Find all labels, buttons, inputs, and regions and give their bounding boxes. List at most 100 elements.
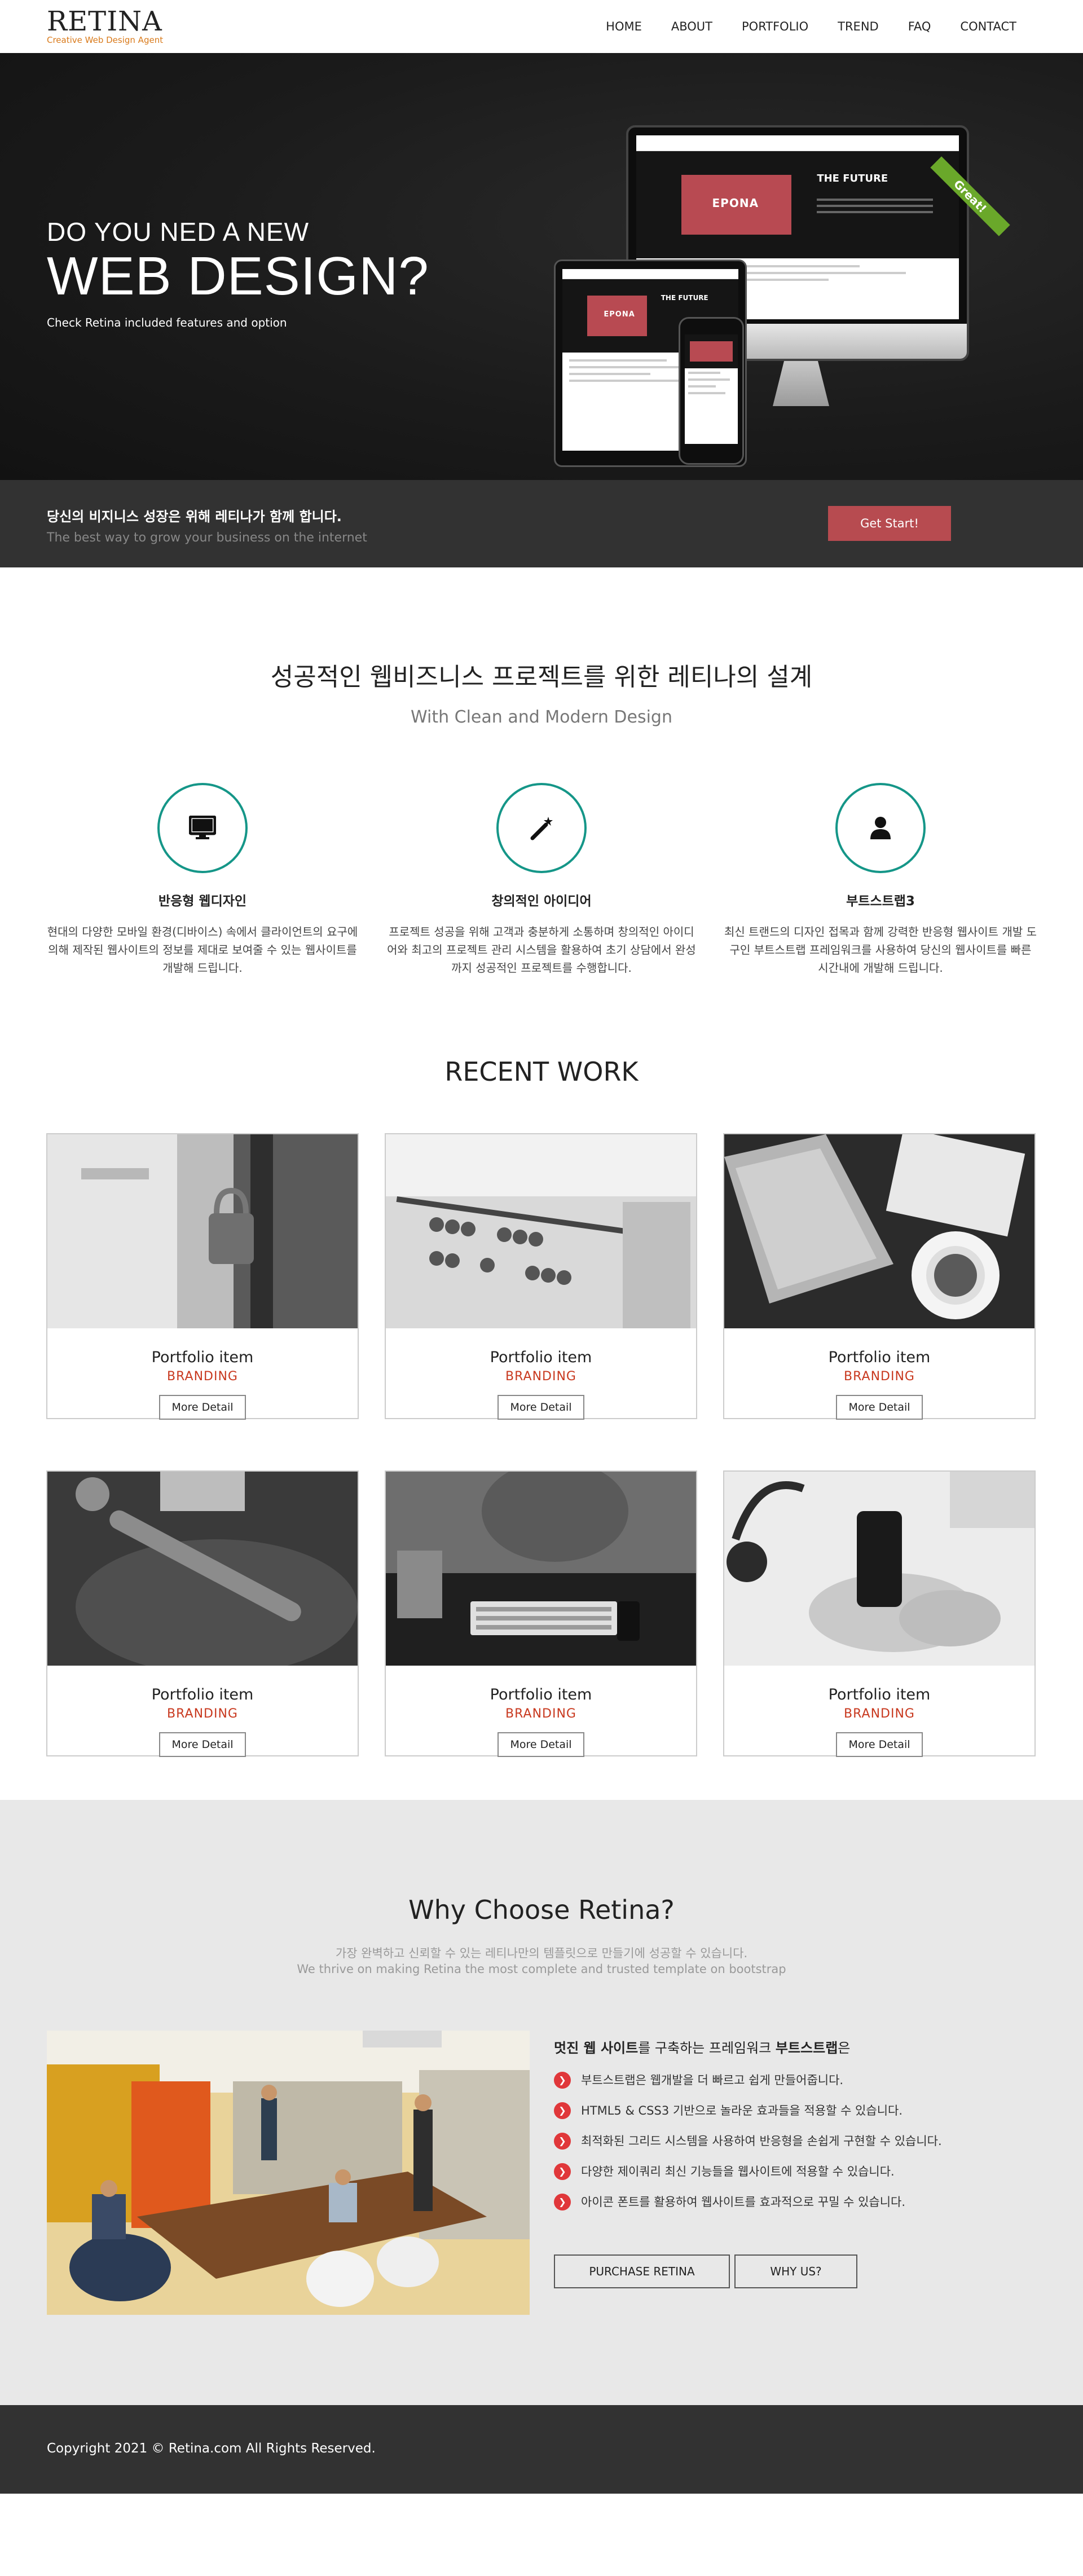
- feature-name: 반응형 웹디자인: [158, 894, 247, 909]
- cta-band: 당신의 비지니스 성장은 위해 레티나가 함께 합니다. The best wa…: [0, 480, 1083, 567]
- portfolio-category: BRANDING: [167, 1370, 238, 1384]
- hero-section: DO YOU NED A NEW WEB DESIGN? Check Retin…: [0, 53, 1083, 480]
- hero-heading-large: WEB DESIGN?: [47, 246, 429, 306]
- get-start-button[interactable]: Get Start!: [828, 506, 951, 541]
- portfolio-image-laptop-coffee[interactable]: [724, 1134, 1034, 1328]
- nav-contact[interactable]: CONTACT: [960, 18, 1016, 35]
- portfolio-card[interactable]: Portfolio item BRANDING More Detail: [46, 1133, 359, 1420]
- feature-description: 현대의 다양한 모바일 환경(디바이스) 속에서 클라이언트의 요구에 의해 제…: [47, 925, 358, 975]
- mockup-heading: THE FUTURE: [817, 173, 888, 184]
- more-detail-button[interactable]: More Detail: [498, 1732, 584, 1757]
- desktop-mockup-stand: [773, 361, 829, 406]
- portfolio-card[interactable]: Portfolio item BRANDING More Detail: [385, 1133, 697, 1420]
- portfolio-image-abacus[interactable]: [386, 1134, 696, 1328]
- why-heading-bold1: 멋진 웹 사이트: [554, 2040, 639, 2056]
- feature-icon-circle: [835, 783, 926, 873]
- list-item: ❯ 다양한 제이쿼리 최신 기능들을 웹사이트에 적용할 수 있습니다.: [554, 2163, 942, 2194]
- feature-description: 최신 트랜드의 디자인 접목과 함께 강력한 반응형 웹사이트 개발 도구인 부…: [724, 925, 1037, 975]
- feature-description: 프로젝트 성공을 위해 고객과 충분하게 소통하며 창의적인 아이디어와 최고의…: [387, 925, 696, 975]
- feature-item: 부트스트랩3 최신 트랜드의 디자인 접목과 함께 강력한 반응형 웹사이트 개…: [721, 783, 1040, 977]
- portfolio-title: Portfolio item: [490, 1349, 592, 1366]
- why-feature-list: ❯ 부트스트랩은 웹개발을 더 빠르고 쉽게 만들어줍니다. ❯ HTML5 & C…: [554, 2072, 942, 2224]
- portfolio-category: BRANDING: [505, 1707, 576, 1721]
- why-heading-mid: 를 구축하는 프레임워크: [638, 2040, 776, 2056]
- why-choose-section: Why Choose Retina? 가장 완벽하고 신뢰할 수 있는 레티나만…: [0, 1800, 1083, 2405]
- why-us-button[interactable]: WHY US?: [734, 2254, 857, 2288]
- portfolio-category: BRANDING: [505, 1370, 576, 1384]
- nav-home[interactable]: HOME: [606, 18, 642, 35]
- tablet-mockup-banner: EPONA: [587, 295, 647, 337]
- phone-mockup-screen: [685, 334, 738, 444]
- feature-item: 반응형 웹디자인 현대의 다양한 모바일 환경(디바이스) 속에서 클라이언트의…: [43, 783, 362, 977]
- more-detail-button[interactable]: More Detail: [159, 1395, 246, 1420]
- cta-title: 당신의 비지니스 성장은 위해 레티나가 함께 합니다.: [47, 509, 342, 525]
- user-icon: [870, 817, 891, 839]
- why-heading: 멋진 웹 사이트를 구축하는 프레임워크 부트스트랩은: [554, 2037, 850, 2057]
- features-title: 성공적인 웹비즈니스 프로젝트를 위한 레티나의 설계: [270, 663, 813, 692]
- portfolio-card[interactable]: Portfolio item BRANDING More Detail: [385, 1470, 697, 1757]
- list-item-text: HTML5 & CSS3 기반으로 놀라운 효과들을 적용할 수 있습니다.: [581, 2104, 903, 2117]
- office-photo: [47, 2031, 530, 2315]
- portfolio-card[interactable]: Portfolio item BRANDING More Detail: [46, 1470, 359, 1757]
- portfolio-category: BRANDING: [844, 1370, 915, 1384]
- more-detail-button[interactable]: More Detail: [159, 1732, 246, 1757]
- list-item-text: 최적화된 그리드 시스템을 사용하여 반응형을 손쉽게 구현할 수 있습니다.: [581, 2134, 942, 2148]
- mockup-brand: EPONA: [712, 196, 759, 210]
- mockup-text-lines: [817, 198, 934, 217]
- feature-icon-circle: [157, 783, 248, 873]
- monitor-icon: [189, 816, 216, 839]
- feature-icon-circle: [496, 783, 587, 873]
- site-header: RETINA Creative Web Design Agent HOME AB…: [0, 0, 1083, 53]
- list-item: ❯ 부트스트랩은 웹개발을 더 빠르고 쉽게 만들어줍니다.: [554, 2072, 942, 2102]
- why-buttons: PURCHASE RETINA WHY US?: [554, 2254, 857, 2288]
- site-footer: Copyright 2021 © Retina.com All Rights R…: [0, 2405, 1083, 2494]
- chevron-right-icon: ❯: [554, 2072, 571, 2089]
- portfolio-image-rolling-pin[interactable]: [47, 1472, 358, 1666]
- more-detail-button[interactable]: More Detail: [498, 1395, 584, 1420]
- nav-about[interactable]: ABOUT: [671, 18, 712, 35]
- portfolio-image-keyboard-desk[interactable]: [386, 1472, 696, 1666]
- tablet-mockup-nav: [562, 269, 738, 279]
- why-heading-end: 은: [838, 2040, 851, 2056]
- magic-wand-icon: [530, 817, 553, 840]
- phone-mockup-body: [685, 368, 738, 402]
- nav-trend[interactable]: TREND: [838, 18, 879, 35]
- chevron-right-icon: ❯: [554, 2194, 571, 2210]
- mockup-nav: [636, 135, 959, 151]
- feature-name: 창의적인 아이디어: [491, 894, 592, 909]
- nav-faq[interactable]: FAQ: [908, 18, 931, 35]
- portfolio-card[interactable]: Portfolio item BRANDING More Detail: [723, 1133, 1036, 1420]
- more-detail-button[interactable]: More Detail: [836, 1395, 923, 1420]
- feature-name: 부트스트랩3: [846, 894, 915, 909]
- list-item: ❯ 아이콘 폰트를 활용하여 웹사이트를 효과적으로 꾸밀 수 있습니다.: [554, 2194, 942, 2224]
- portfolio-title: Portfolio item: [151, 1686, 254, 1703]
- list-item-text: 다양한 제이쿼리 최신 기능들을 웹사이트에 적용할 수 있습니다.: [581, 2165, 895, 2178]
- portfolio-image-phone-headphones[interactable]: [724, 1472, 1034, 1666]
- portfolio-title: Portfolio item: [828, 1349, 931, 1366]
- purchase-retina-button[interactable]: PURCHASE RETINA: [554, 2254, 730, 2288]
- portfolio-image-padlock[interactable]: [47, 1134, 358, 1328]
- mockup-banner: EPONA: [681, 174, 791, 235]
- list-item-text: 부트스트랩은 웹개발을 더 빠르고 쉽게 만들어줍니다.: [581, 2073, 844, 2087]
- portfolio-title: Portfolio item: [151, 1349, 254, 1366]
- more-detail-button[interactable]: More Detail: [836, 1732, 923, 1757]
- tablet-mockup-brand: EPONA: [604, 310, 635, 319]
- logo[interactable]: RETINA Creative Web Design Agent: [47, 7, 163, 45]
- portfolio-title: Portfolio item: [828, 1686, 931, 1703]
- list-item: ❯ HTML5 & CSS3 기반으로 놀라운 효과들을 적용할 수 있습니다.: [554, 2102, 942, 2133]
- portfolio-card[interactable]: Portfolio item BRANDING More Detail: [723, 1470, 1036, 1757]
- chevron-right-icon: ❯: [554, 2102, 571, 2119]
- nav-portfolio[interactable]: PORTFOLIO: [742, 18, 808, 35]
- why-subtitle-english: We thrive on making Retina the most comp…: [297, 1962, 786, 1976]
- feature-item: 창의적인 아이디어 프로젝트 성공을 위해 고객과 충분하게 소통하며 창의적인…: [382, 783, 701, 977]
- mockup-hero: EPONA THE FUTURE: [636, 151, 959, 258]
- main-nav: HOME ABOUT PORTFOLIO TREND FAQ CONTACT: [576, 18, 1016, 35]
- portfolio-title: Portfolio item: [490, 1686, 592, 1703]
- recent-work-section: RECENT WORK Portfolio item BRANDING More…: [0, 1002, 1083, 1800]
- why-heading-bold2: 부트스트랩: [775, 2040, 838, 2056]
- portfolio-category: BRANDING: [844, 1707, 915, 1721]
- copyright-text: Copyright 2021 © Retina.com All Rights R…: [47, 2441, 376, 2456]
- hero-subtitle: Check Retina included features and optio…: [47, 316, 287, 329]
- why-subtitle-korean: 가장 완벽하고 신뢰할 수 있는 레티나만의 템플릿으로 만들기에 성공할 수 …: [335, 1947, 748, 1960]
- features-subtitle: With Clean and Modern Design: [411, 707, 672, 727]
